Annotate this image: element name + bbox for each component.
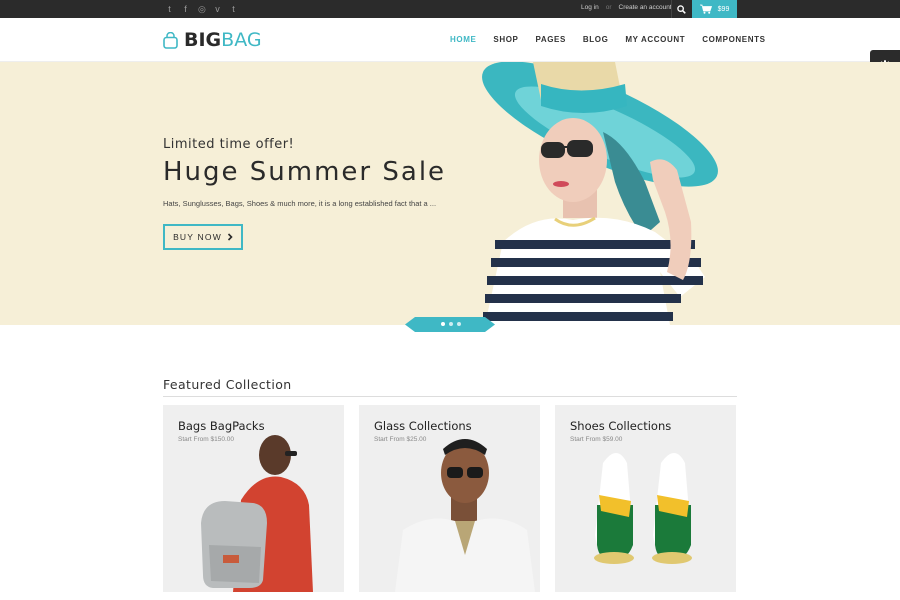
buy-now-label: BUY NOW xyxy=(173,232,222,242)
account-links: Log in or Create an account xyxy=(581,4,672,11)
card-subtitle: Start From $150.00 xyxy=(178,436,234,443)
logo-text: BIGBAG xyxy=(184,29,262,51)
top-bar: t f ◎ v t Log in or Create an account $9… xyxy=(0,0,900,18)
main-nav: HOME SHOP PAGES BLOG MY ACCOUNT COMPONEN… xyxy=(450,35,766,44)
nav-my-account[interactable]: MY ACCOUNT xyxy=(625,35,685,44)
logo[interactable]: BIGBAG xyxy=(163,29,262,51)
search-button[interactable] xyxy=(671,0,691,18)
facebook-icon[interactable]: f xyxy=(182,3,189,15)
hero-model-image xyxy=(482,62,718,325)
card-title: Shoes Collections xyxy=(570,419,672,433)
slider-dot-2[interactable] xyxy=(449,322,453,326)
collection-card-glass[interactable]: Glass Collections Start From $25.00 xyxy=(359,405,540,592)
vimeo-icon[interactable]: v xyxy=(214,3,221,15)
slider-dot-1[interactable] xyxy=(441,322,445,326)
search-icon xyxy=(677,4,686,14)
backpack-model-image xyxy=(201,435,313,592)
site-header: BIGBAG HOME SHOP PAGES BLOG MY ACCOUNT C… xyxy=(0,18,900,62)
cart-icon xyxy=(699,4,712,14)
dribbble-icon[interactable]: ◎ xyxy=(198,3,206,15)
logo-big: BIG xyxy=(184,29,222,51)
section-divider xyxy=(163,396,737,397)
login-link[interactable]: Log in xyxy=(581,4,599,11)
card-title: Glass Collections xyxy=(374,419,472,433)
collection-card-shoes[interactable]: Shoes Collections Start From $59.00 xyxy=(555,405,736,592)
card-subtitle: Start From $25.00 xyxy=(374,436,427,443)
hero-title: Huge Summer Sale xyxy=(163,157,447,187)
sneakers-image xyxy=(594,453,692,564)
featured-title: Featured Collection xyxy=(163,377,292,392)
nav-components[interactable]: COMPONENTS xyxy=(702,35,765,44)
card-title: Bags BagPacks xyxy=(178,419,265,433)
twitter-icon[interactable]: t xyxy=(166,3,173,15)
sunglasses-model-image xyxy=(395,439,535,592)
hero-eyebrow: Limited time offer! xyxy=(163,137,295,152)
shopping-bag-icon xyxy=(163,31,178,49)
nav-home[interactable]: HOME xyxy=(450,35,476,44)
nav-pages[interactable]: PAGES xyxy=(535,35,565,44)
tumblr-icon[interactable]: t xyxy=(230,3,237,15)
nav-blog[interactable]: BLOG xyxy=(583,35,609,44)
nav-shop[interactable]: SHOP xyxy=(493,35,518,44)
collection-card-bags[interactable]: Bags BagPacks Start From $150.00 xyxy=(163,405,344,592)
or-separator: or xyxy=(605,4,612,11)
slider-pagination xyxy=(405,317,495,332)
cart-total: $99 xyxy=(717,5,730,13)
card-subtitle: Start From $59.00 xyxy=(570,436,623,443)
social-links: t f ◎ v t xyxy=(166,3,237,15)
chevron-right-icon xyxy=(227,233,233,241)
cart-button[interactable]: $99 xyxy=(692,0,737,18)
create-account-link[interactable]: Create an account xyxy=(619,4,672,11)
logo-bag: BAG xyxy=(221,29,262,51)
buy-now-button[interactable]: BUY NOW xyxy=(163,224,243,250)
slider-dot-3[interactable] xyxy=(457,322,461,326)
hero-slider: Limited time offer! Huge Summer Sale Hat… xyxy=(0,62,900,325)
hero-description: Hats, Sunglusses, Bags, Shoes & much mor… xyxy=(163,199,437,208)
